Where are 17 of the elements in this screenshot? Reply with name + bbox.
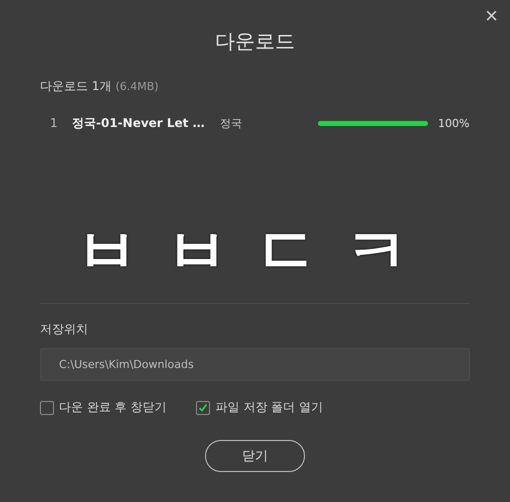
overlay-text: ㅂㅂㄷㅋ bbox=[75, 214, 435, 291]
checkbox[interactable] bbox=[196, 400, 210, 414]
close-dialog-button[interactable]: 닫기 bbox=[205, 440, 305, 472]
song-title: 정국-01-Never Let … bbox=[72, 114, 206, 132]
row-index: 1 bbox=[49, 116, 59, 130]
dialog-title: 다운로드 bbox=[214, 28, 296, 55]
option-checkbox[interactable]: 다운 완료 후 창닫기 bbox=[40, 399, 166, 416]
download-size: (6.4MB) bbox=[115, 80, 159, 93]
download-count: 다운로드 1개 bbox=[40, 78, 112, 95]
path-field[interactable]: C:\Users\Kim\Downloads bbox=[40, 348, 470, 381]
check-icon bbox=[198, 402, 208, 412]
checkbox[interactable] bbox=[40, 400, 54, 414]
save-location-label: 저장위치 bbox=[40, 321, 89, 338]
progress-percent: 100% bbox=[438, 116, 470, 130]
close-button[interactable]: × bbox=[481, 4, 502, 28]
checkbox-label: 다운 완료 후 창닫기 bbox=[59, 399, 166, 416]
artist-name: 정국 bbox=[220, 116, 243, 130]
